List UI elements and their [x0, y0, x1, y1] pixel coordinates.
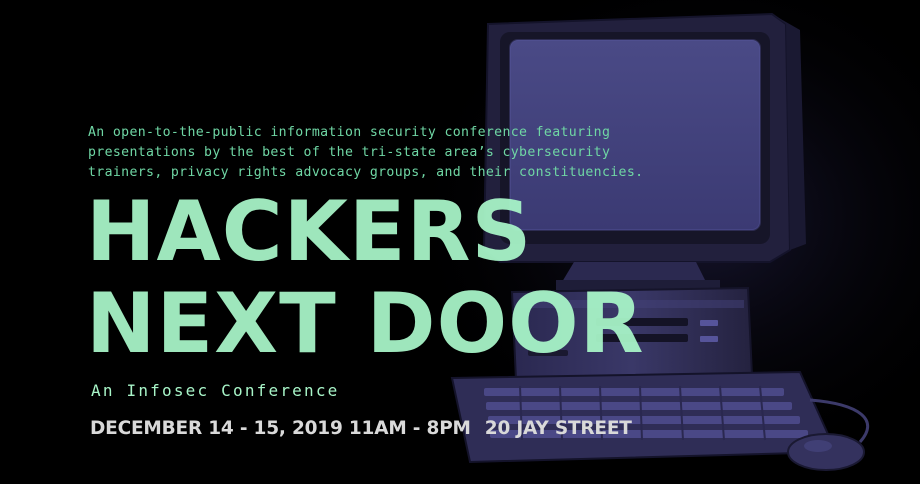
- conference-description: An open-to-the-public information securi…: [88, 125, 644, 180]
- event-location: 20 JAY STREET: [484, 418, 632, 439]
- event-details: DECEMBER 14 - 15, 2019 11AM - 8PM 20 JAY …: [90, 418, 632, 439]
- event-subtitle: An Infosec Conference: [91, 381, 340, 400]
- event-title-line-2: NEXT DOOR: [86, 275, 645, 372]
- event-dates-time: DECEMBER 14 - 15, 2019 11AM - 8PM: [90, 418, 471, 439]
- conference-banner: An open-to-the-public information securi…: [0, 0, 920, 484]
- event-title-line-1: HACKERS: [86, 183, 533, 280]
- event-title: HACKERS NEXT DOOR: [86, 186, 645, 370]
